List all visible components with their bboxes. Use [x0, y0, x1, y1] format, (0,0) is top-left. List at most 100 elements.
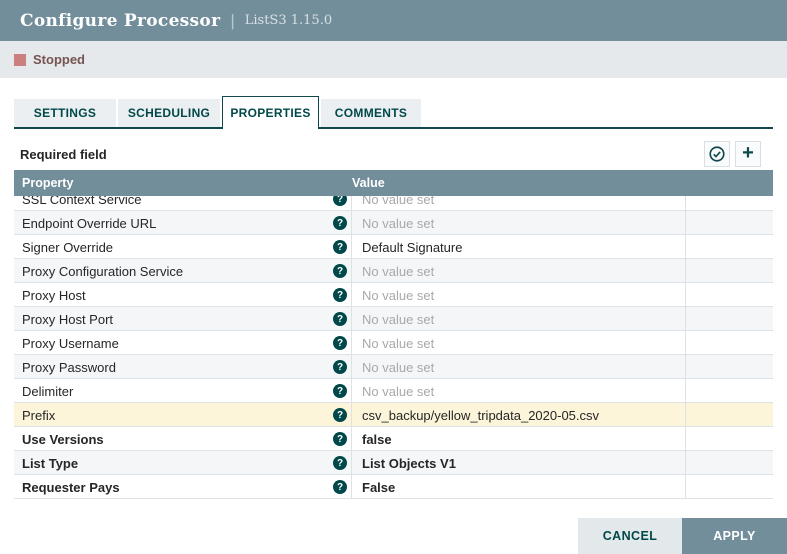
- table-row[interactable]: Requester Pays ? False: [14, 475, 773, 499]
- property-cell: List Type ?: [14, 451, 352, 475]
- extra-cell: [686, 259, 773, 283]
- property-name: Use Versions: [22, 432, 104, 447]
- tab-comments-label: COMMENTS: [335, 106, 407, 120]
- property-name: Proxy Configuration Service: [22, 264, 183, 279]
- cancel-button[interactable]: CANCEL: [578, 518, 682, 554]
- extra-cell: [686, 331, 773, 355]
- property-cell: Proxy Host Port ?: [14, 307, 352, 331]
- value-cell[interactable]: No value set: [352, 331, 686, 355]
- table-row[interactable]: Proxy Username ? No value set: [14, 331, 773, 355]
- value-cell[interactable]: No value set: [352, 379, 686, 403]
- value-cell[interactable]: False: [352, 475, 686, 499]
- table-row[interactable]: Proxy Configuration Service ? No value s…: [14, 259, 773, 283]
- value-cell[interactable]: No value set: [352, 259, 686, 283]
- apply-button[interactable]: APPLY: [682, 518, 787, 554]
- table-row[interactable]: Endpoint Override URL ? No value set: [14, 211, 773, 235]
- status-label: Stopped: [33, 52, 85, 67]
- table-row[interactable]: Proxy Host ? No value set: [14, 283, 773, 307]
- help-icon[interactable]: ?: [333, 360, 347, 374]
- help-icon[interactable]: ?: [333, 408, 347, 422]
- property-cell: Use Versions ?: [14, 427, 352, 451]
- help-icon[interactable]: ?: [333, 264, 347, 278]
- table-row[interactable]: Proxy Host Port ? No value set: [14, 307, 773, 331]
- value-cell[interactable]: csv_backup/yellow_tripdata_2020-05.csv: [352, 403, 686, 427]
- property-value: No value set: [362, 196, 434, 207]
- help-icon[interactable]: ?: [333, 216, 347, 230]
- dialog-title: Configure Processor: [20, 11, 220, 31]
- tab-properties-label: PROPERTIES: [230, 106, 310, 120]
- value-cell[interactable]: No value set: [352, 196, 686, 211]
- value-cell[interactable]: No value set: [352, 307, 686, 331]
- property-value: False: [362, 480, 395, 495]
- help-icon[interactable]: ?: [333, 384, 347, 398]
- tab-settings-label: SETTINGS: [34, 106, 96, 120]
- property-name: Endpoint Override URL: [22, 216, 156, 231]
- property-name: Signer Override: [22, 240, 113, 255]
- table-row[interactable]: Prefix ? csv_backup/yellow_tripdata_2020…: [14, 403, 773, 427]
- processor-name-version: ListS3 1.15.0: [245, 13, 332, 28]
- value-cell[interactable]: No value set: [352, 211, 686, 235]
- property-value: List Objects V1: [362, 456, 456, 471]
- property-value: No value set: [362, 264, 434, 279]
- property-name: Delimiter: [22, 384, 73, 399]
- column-header-property: Property: [14, 176, 352, 190]
- value-cell[interactable]: Default Signature: [352, 235, 686, 259]
- extra-cell: [686, 427, 773, 451]
- property-cell: Requester Pays ?: [14, 475, 352, 499]
- extra-cell: [686, 211, 773, 235]
- value-cell[interactable]: No value set: [352, 283, 686, 307]
- extra-cell: [686, 475, 773, 499]
- help-icon[interactable]: ?: [333, 480, 347, 494]
- value-cell[interactable]: List Objects V1: [352, 451, 686, 475]
- tab-settings[interactable]: SETTINGS: [14, 99, 116, 127]
- dialog-titlebar: Configure Processor | ListS3 1.15.0: [0, 0, 787, 41]
- table-body: SSL Context Service ? No value set Endpo…: [14, 196, 773, 499]
- table-row[interactable]: Proxy Password ? No value set: [14, 355, 773, 379]
- extra-cell: [686, 196, 773, 211]
- table-row[interactable]: SSL Context Service ? No value set: [14, 196, 773, 211]
- help-icon[interactable]: ?: [333, 240, 347, 254]
- property-cell: Proxy Username ?: [14, 331, 352, 355]
- required-field-label: Required field: [20, 147, 107, 162]
- tab-comments[interactable]: COMMENTS: [321, 99, 421, 127]
- help-icon[interactable]: ?: [333, 288, 347, 302]
- property-cell: Proxy Configuration Service ?: [14, 259, 352, 283]
- table-row[interactable]: Signer Override ? Default Signature: [14, 235, 773, 259]
- properties-table: Property Value SSL Context Service ? No …: [14, 170, 773, 499]
- extra-cell: [686, 235, 773, 259]
- verify-properties-button[interactable]: [704, 141, 730, 167]
- stopped-status-icon: [14, 54, 26, 66]
- property-name: Prefix: [22, 408, 55, 423]
- value-cell[interactable]: No value set: [352, 355, 686, 379]
- configure-processor-dialog: Configure Processor | ListS3 1.15.0 Stop…: [0, 0, 787, 554]
- extra-cell: [686, 283, 773, 307]
- property-name: Proxy Password: [22, 360, 116, 375]
- table-row[interactable]: List Type ? List Objects V1: [14, 451, 773, 475]
- property-name: Proxy Host: [22, 288, 86, 303]
- help-icon[interactable]: ?: [333, 312, 347, 326]
- help-icon[interactable]: ?: [333, 336, 347, 350]
- help-icon[interactable]: ?: [333, 432, 347, 446]
- column-header-value: Value: [352, 176, 773, 190]
- property-name: Proxy Username: [22, 336, 119, 351]
- tab-underline: [14, 127, 773, 129]
- property-value: csv_backup/yellow_tripdata_2020-05.csv: [362, 408, 599, 423]
- property-value: No value set: [362, 384, 434, 399]
- property-cell: Delimiter ?: [14, 379, 352, 403]
- value-cell[interactable]: false: [352, 427, 686, 451]
- table-row[interactable]: Use Versions ? false: [14, 427, 773, 451]
- property-name: List Type: [22, 456, 78, 471]
- tab-properties[interactable]: PROPERTIES: [222, 96, 319, 129]
- property-cell: Endpoint Override URL ?: [14, 211, 352, 235]
- property-name: Requester Pays: [22, 480, 120, 495]
- table-header: Property Value: [14, 170, 773, 196]
- help-icon[interactable]: ?: [333, 196, 347, 206]
- property-value: Default Signature: [362, 240, 462, 255]
- help-icon[interactable]: ?: [333, 456, 347, 470]
- property-cell: Prefix ?: [14, 403, 352, 427]
- property-cell: Proxy Host ?: [14, 283, 352, 307]
- table-row[interactable]: Delimiter ? No value set: [14, 379, 773, 403]
- add-property-button[interactable]: +: [735, 141, 761, 167]
- property-value: No value set: [362, 312, 434, 327]
- tab-scheduling[interactable]: SCHEDULING: [118, 99, 220, 127]
